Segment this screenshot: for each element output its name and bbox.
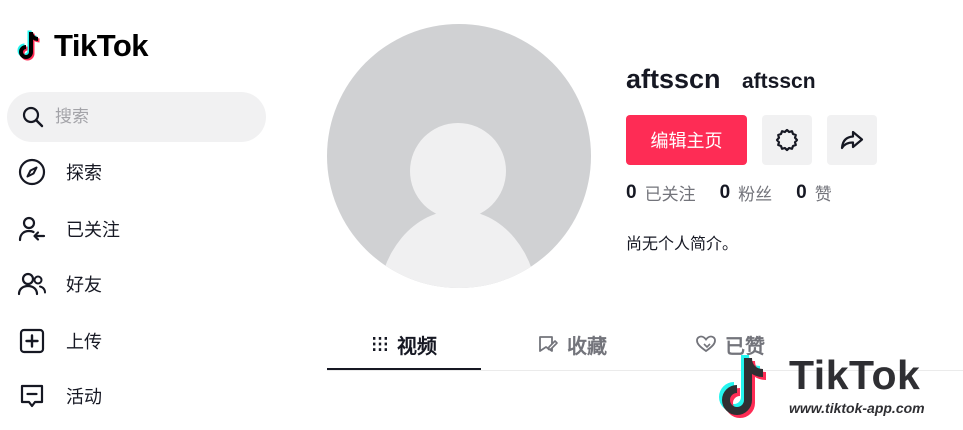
tab-favorites[interactable]: 收藏 xyxy=(507,320,637,368)
share-button[interactable] xyxy=(827,115,877,165)
profile-nickname: aftsscn xyxy=(742,70,816,93)
share-icon xyxy=(840,130,864,150)
stat-label: 粉丝 xyxy=(738,185,773,205)
following-icon xyxy=(16,213,48,245)
avatar[interactable] xyxy=(327,24,591,288)
tab-label: 收藏 xyxy=(567,333,607,358)
search-input[interactable] xyxy=(53,106,237,128)
stat-value: 0 xyxy=(626,181,637,203)
nav-label: 上传 xyxy=(66,332,102,353)
settings-button[interactable] xyxy=(762,115,812,165)
watermark: TikTok www.tiktok-app.com xyxy=(716,350,963,430)
stat-likes: 0 赞 xyxy=(796,180,832,206)
nav-item-following[interactable]: 已关注 xyxy=(16,209,120,249)
watermark-url: www.tiktok-app.com xyxy=(789,400,925,416)
tiktok-logo-icon xyxy=(17,30,40,61)
nav-label: 已关注 xyxy=(66,220,120,241)
grid-icon xyxy=(371,335,389,353)
friends-icon xyxy=(16,268,48,300)
nav-item-explore[interactable]: 探索 xyxy=(16,152,102,192)
compass-icon xyxy=(16,156,48,188)
tiktok-watermark-icon xyxy=(719,354,767,418)
profile-stats: 0 已关注 0 粉丝 0 赞 xyxy=(626,180,856,206)
nav-item-friends[interactable]: 好友 xyxy=(16,264,102,304)
tiktok-logo[interactable]: TikTok xyxy=(16,26,149,66)
bookmark-icon xyxy=(537,334,559,354)
stat-followers[interactable]: 0 粉丝 xyxy=(719,180,773,206)
stat-label: 赞 xyxy=(814,185,832,205)
nav-label: 探索 xyxy=(66,163,102,184)
stat-label: 已关注 xyxy=(644,185,696,205)
stat-value: 0 xyxy=(796,181,807,203)
search-bar[interactable] xyxy=(7,92,266,142)
profile-bio: 尚无个人简介。 xyxy=(626,234,739,253)
heart-icon xyxy=(695,334,717,354)
activity-icon xyxy=(16,380,48,412)
tab-videos[interactable]: 视频 xyxy=(327,320,481,370)
edit-profile-button[interactable]: 编辑主页 xyxy=(626,115,747,165)
nav-label: 好友 xyxy=(66,275,102,296)
stat-following[interactable]: 0 已关注 xyxy=(626,180,696,206)
nav-label: 活动 xyxy=(66,387,102,408)
gear-icon xyxy=(775,128,799,152)
nav-item-activity[interactable]: 活动 xyxy=(16,376,102,416)
default-avatar-icon xyxy=(379,123,537,288)
upload-icon xyxy=(16,325,48,357)
watermark-text: TikTok xyxy=(789,352,921,398)
stat-value: 0 xyxy=(719,181,731,203)
tab-label: 视频 xyxy=(397,333,437,358)
brand-name: TikTok xyxy=(54,28,149,63)
search-icon xyxy=(22,106,44,128)
profile-username: aftsscn xyxy=(626,64,721,94)
nav-item-upload[interactable]: 上传 xyxy=(16,321,102,361)
